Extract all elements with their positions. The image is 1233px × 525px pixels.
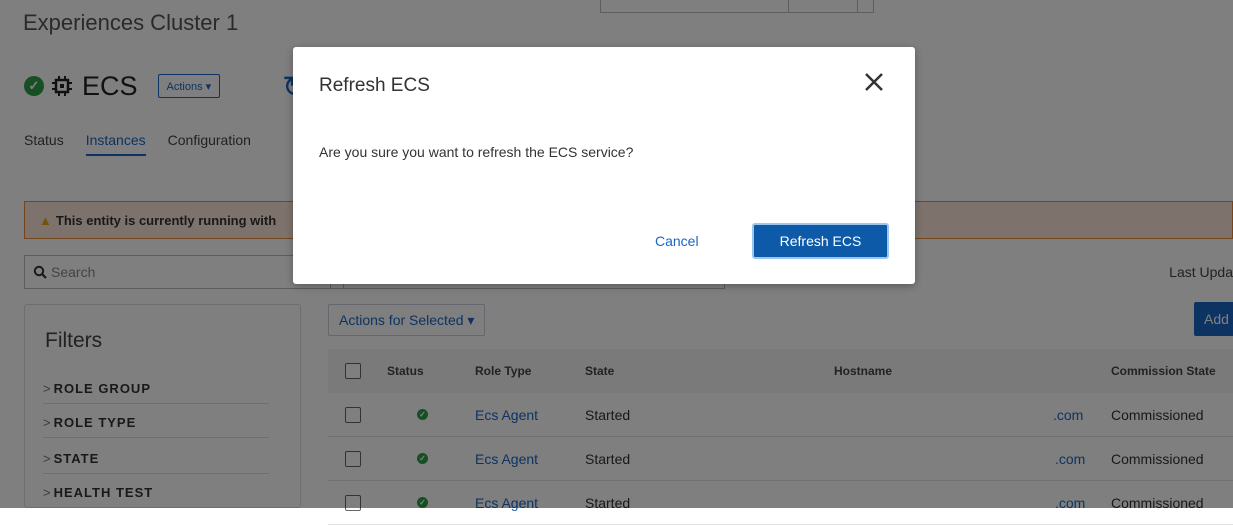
dialog-title: Refresh ECS bbox=[319, 75, 430, 96]
refresh-dialog: Refresh ECS Are you sure you want to ref… bbox=[293, 47, 915, 284]
close-icon[interactable] bbox=[861, 69, 887, 95]
refresh-ecs-button[interactable]: Refresh ECS bbox=[752, 223, 889, 259]
dialog-message: Are you sure you want to refresh the ECS… bbox=[319, 144, 634, 160]
cancel-button[interactable]: Cancel bbox=[655, 233, 699, 249]
